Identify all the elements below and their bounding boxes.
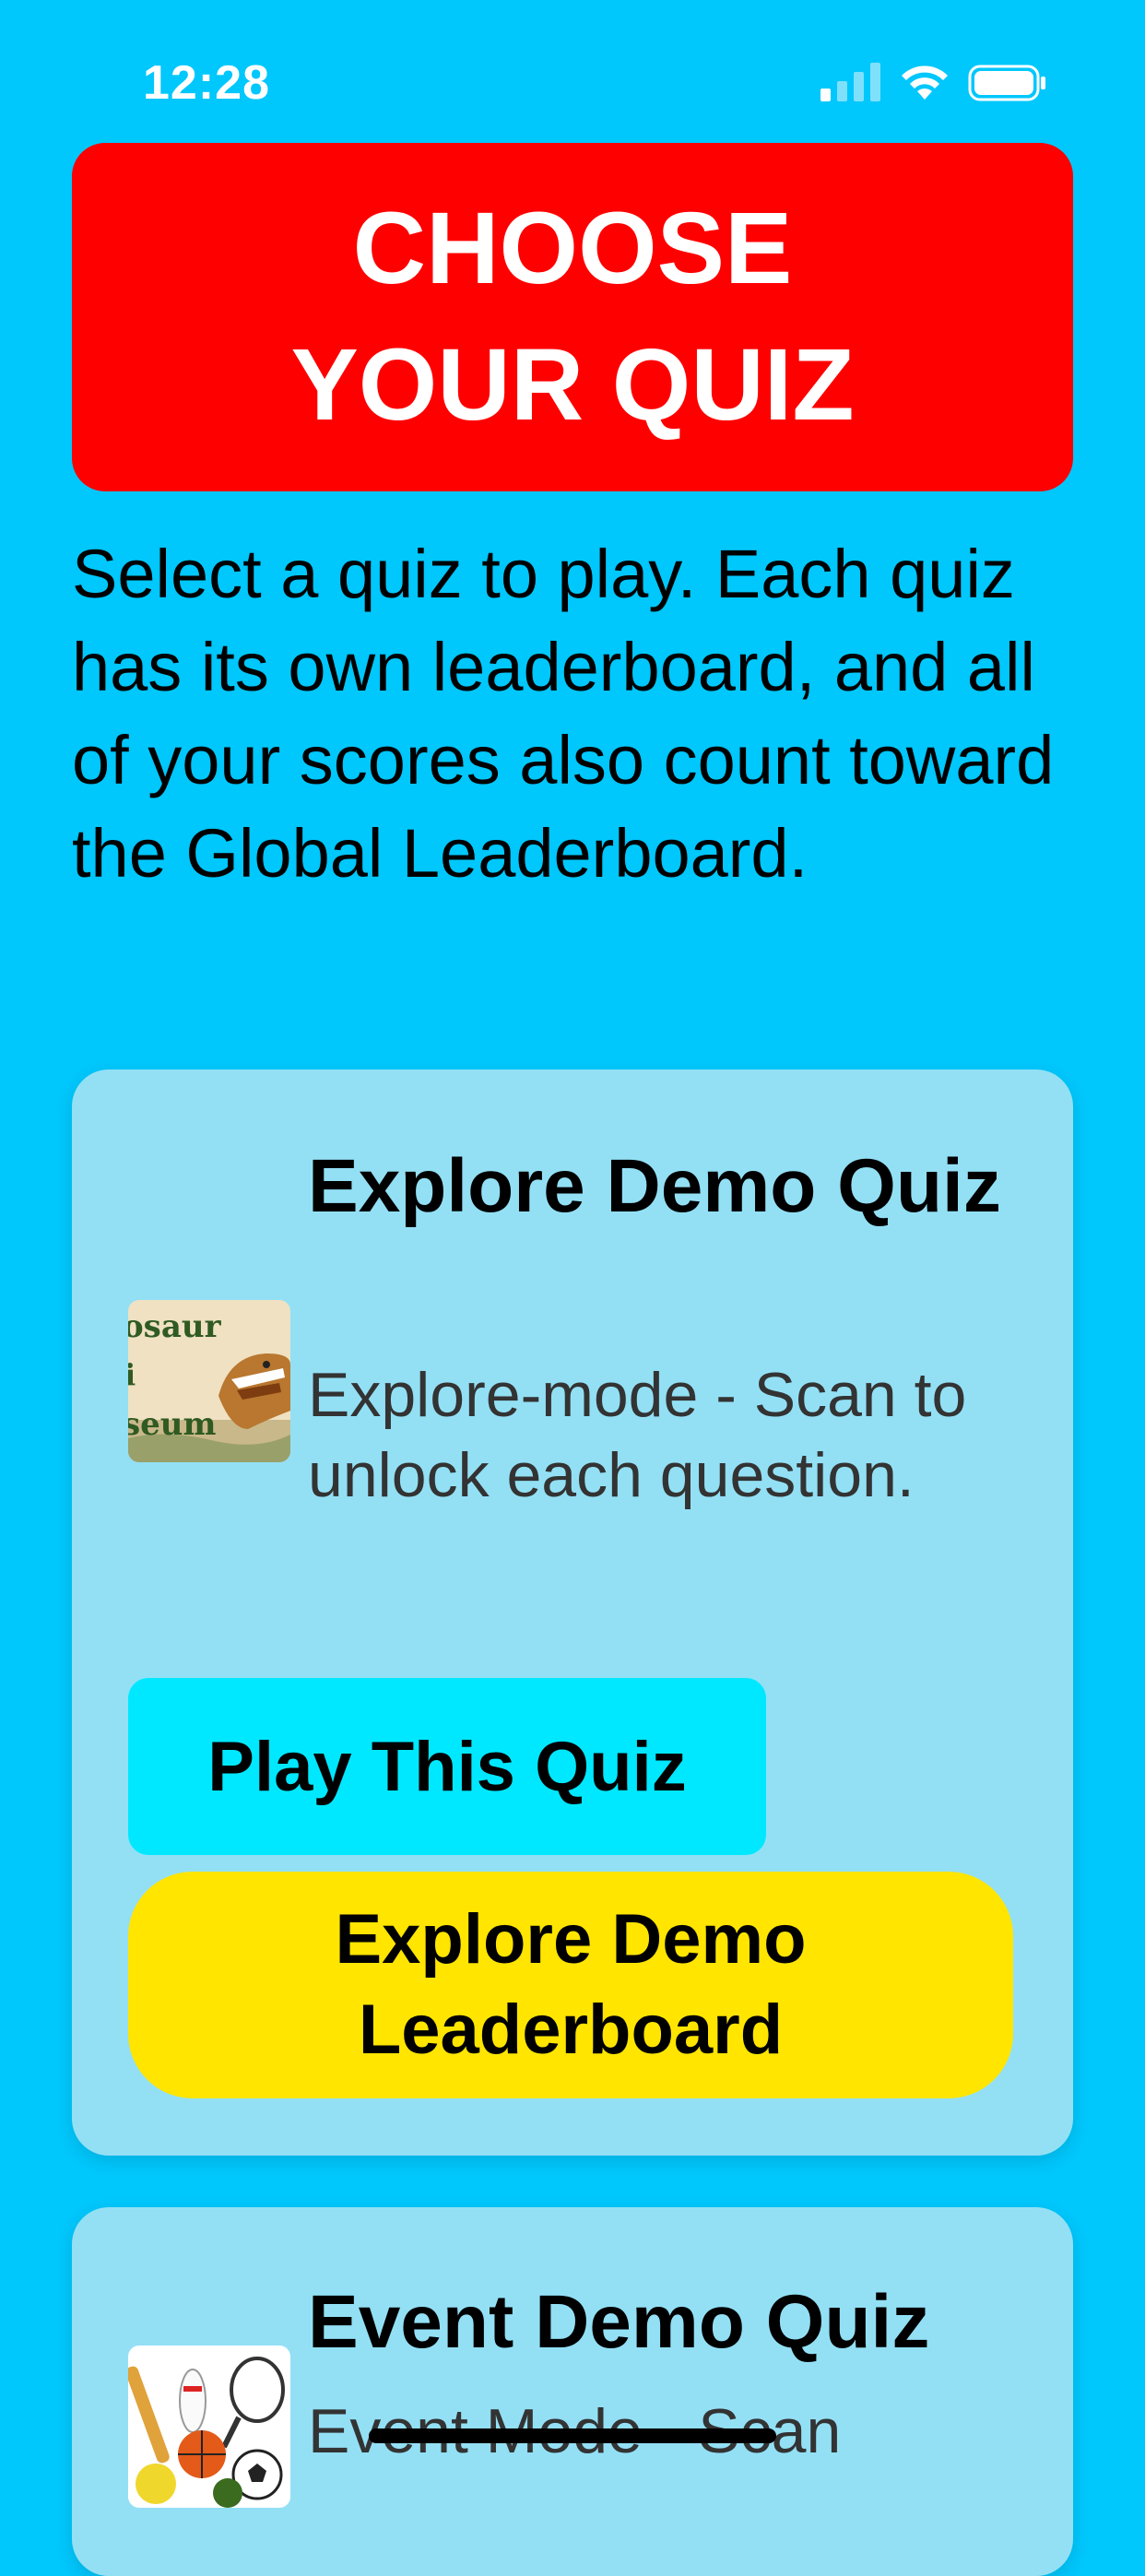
quiz-card: Event Demo Quiz Event Mode - Scan <box>72 2207 1073 2576</box>
status-bar: 12:28 <box>0 0 1145 138</box>
thumbnail-text-3: seum <box>128 1406 216 1443</box>
play-quiz-button[interactable]: Play This Quiz <box>128 1678 766 1855</box>
home-indicator[interactable] <box>369 2428 776 2443</box>
quiz-description: Explore-mode - Scan to unlock each quest… <box>308 1360 967 1510</box>
page-title: CHOOSE YOUR QUIZ <box>290 192 855 442</box>
quiz-card: osaur i seum Explore Demo Quiz Explore-m… <box>72 1069 1073 2156</box>
dinosaur-museum-thumbnail-icon: osaur i seum <box>128 1300 290 1462</box>
wifi-icon <box>902 65 948 100</box>
battery-icon <box>968 65 1045 101</box>
header-banner: CHOOSE YOUR QUIZ <box>72 143 1073 491</box>
leaderboard-button-label: Explore Demo Leaderboard <box>335 1900 807 2069</box>
play-quiz-button-label: Play This Quiz <box>207 1727 687 1806</box>
thumbnail-text-1: osaur <box>128 1308 222 1345</box>
sports-equipment-thumbnail-icon <box>128 2346 290 2508</box>
quiz-title: Explore Demo Quiz <box>308 1144 1001 1228</box>
leaderboard-button[interactable]: Explore Demo Leaderboard <box>128 1872 1013 2098</box>
quiz-title: Event Demo Quiz <box>308 2280 930 2364</box>
thumbnail-text-2: i <box>128 1357 136 1392</box>
intro-text: Select a quiz to play. Each quiz has its… <box>72 536 1055 892</box>
status-time: 12:28 <box>143 56 270 110</box>
cellular-signal-icon <box>820 63 880 101</box>
